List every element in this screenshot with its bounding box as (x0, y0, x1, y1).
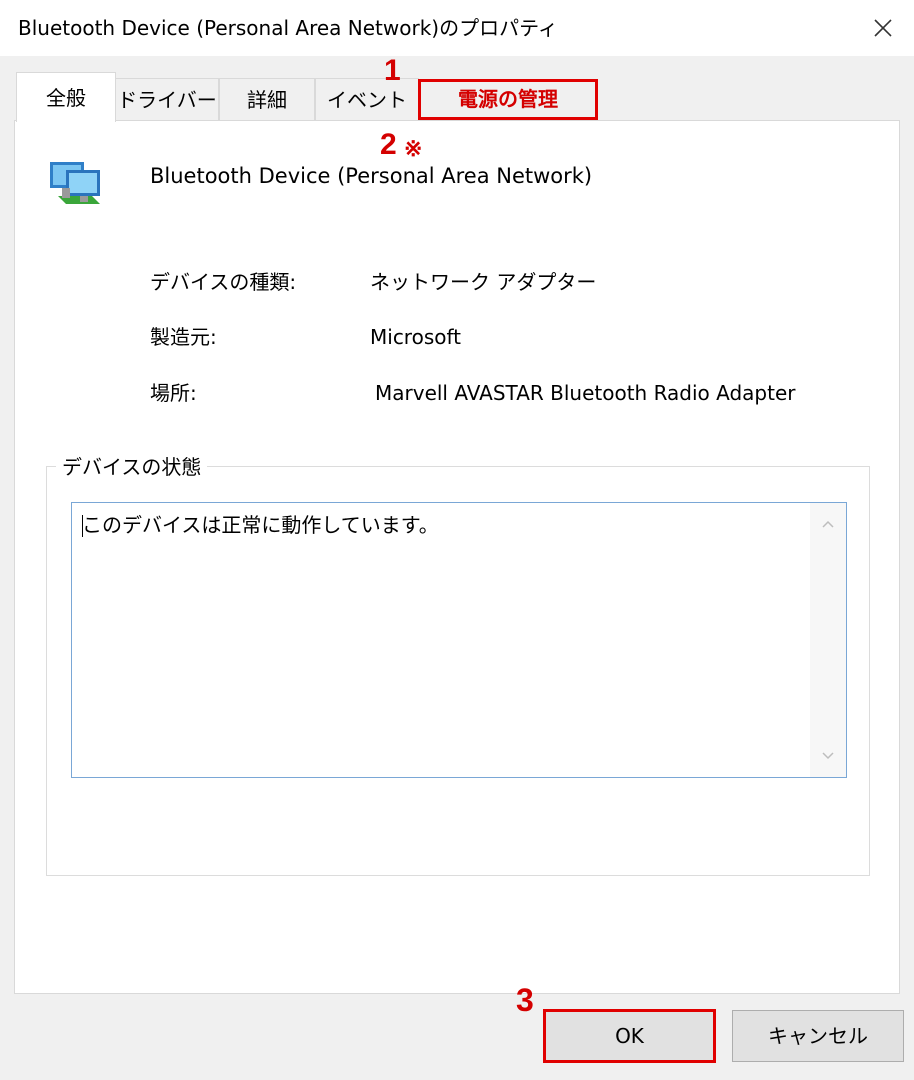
location-label: 場所: (150, 381, 197, 405)
network-adapter-icon (50, 162, 100, 204)
chevron-up-icon (822, 520, 834, 528)
ok-button[interactable]: OK (543, 1009, 716, 1063)
tab-general[interactable]: 全般 (16, 72, 116, 122)
step-1-annotation: 1 (384, 54, 401, 87)
window-title: Bluetooth Device (Personal Area Network)… (18, 16, 558, 40)
device-type-label: デバイスの種類: (150, 270, 297, 294)
title-bar: Bluetooth Device (Personal Area Network)… (0, 0, 914, 56)
tab-details[interactable]: 詳細 (219, 78, 315, 120)
close-icon (874, 19, 892, 37)
step-3-annotation: 3 (516, 982, 534, 1018)
step-2-annotation: 2 (380, 128, 397, 161)
device-type-value: ネットワーク アダプター (370, 270, 597, 294)
device-name: Bluetooth Device (Personal Area Network) (150, 164, 593, 188)
tab-power-management[interactable]: 電源の管理 (418, 79, 598, 120)
tab-events[interactable]: イベント (315, 78, 419, 120)
device-status-text: このデバイスは正常に動作しています。 (82, 513, 439, 537)
manufacturer-value: Microsoft (370, 325, 462, 349)
scroll-down-button[interactable] (810, 739, 846, 773)
manufacturer-label: 製造元: (150, 325, 217, 349)
scroll-up-button[interactable] (810, 507, 846, 541)
device-status-textbox[interactable]: このデバイスは正常に動作しています。 (71, 502, 847, 778)
device-status-title: デバイスの状態 (56, 453, 208, 481)
step-2-note-mark: ※ (404, 136, 423, 161)
cancel-button[interactable]: キャンセル (732, 1010, 904, 1062)
tab-driver[interactable]: ドライバー (115, 78, 219, 120)
chevron-down-icon (822, 752, 834, 760)
location-value: Marvell AVASTAR Bluetooth Radio Adapter (375, 381, 796, 405)
close-button[interactable] (852, 0, 914, 56)
status-scrollbar[interactable] (810, 503, 846, 777)
